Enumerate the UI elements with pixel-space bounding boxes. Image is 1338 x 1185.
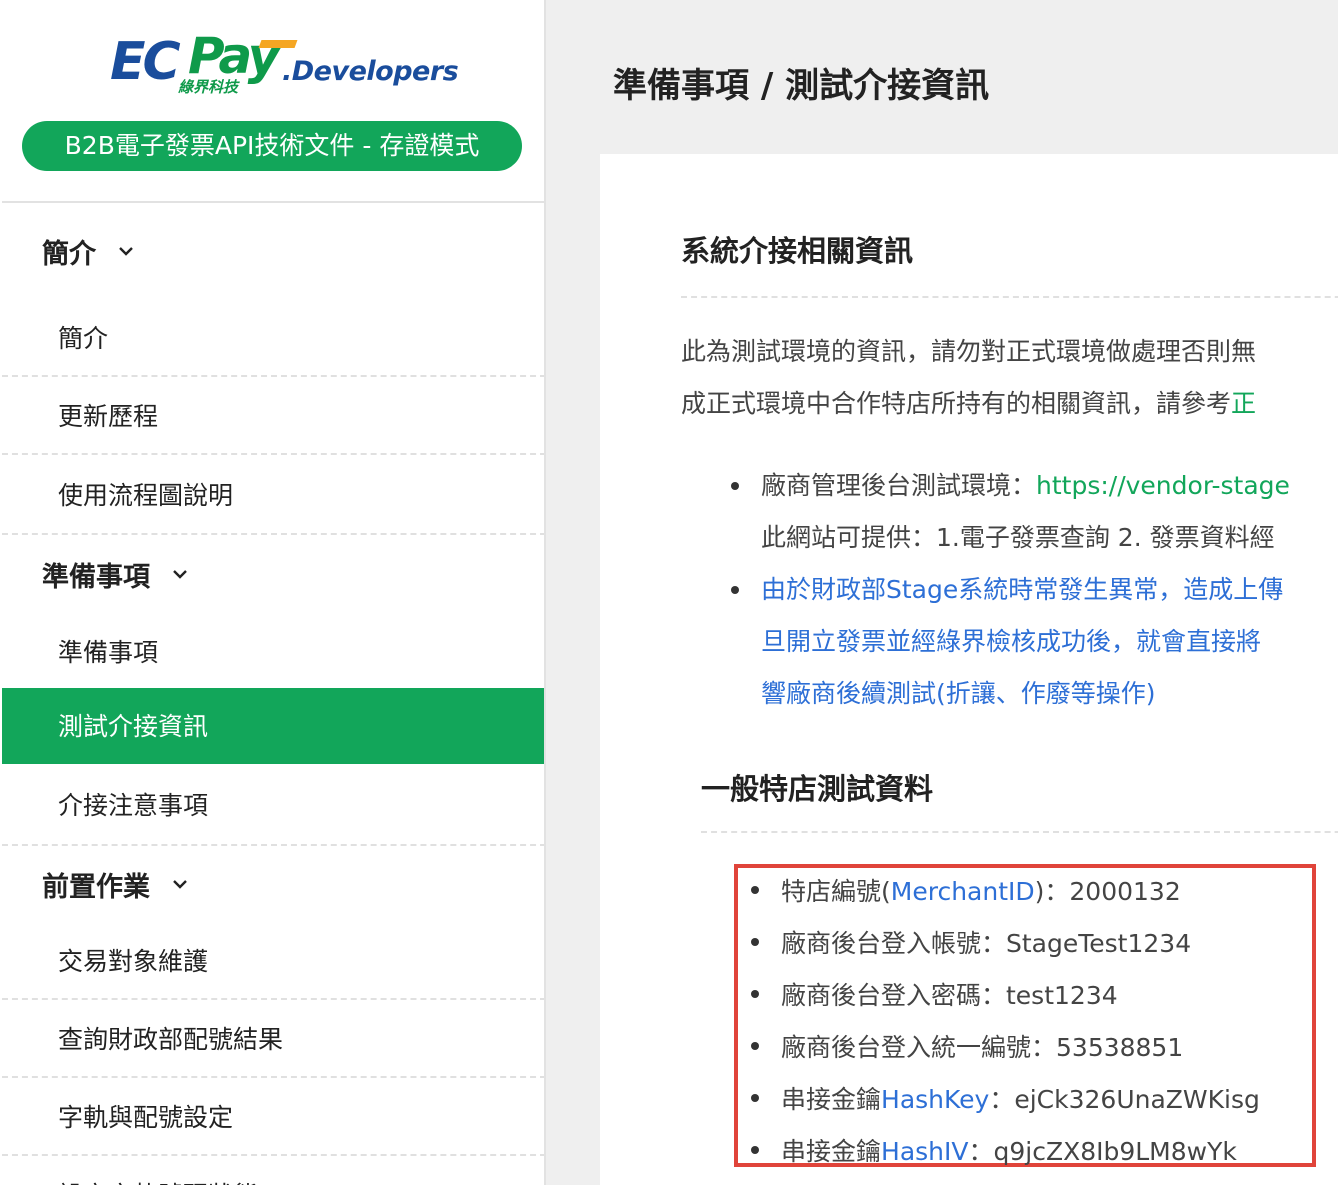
doc-title-badge: B2B電子發票API技術文件 - 存證模式 <box>22 121 522 171</box>
bullet-dot <box>751 1042 759 1050</box>
credential-login-password: 廠商後台登入密碼：test1234 <box>781 981 1118 1010</box>
sidebar-item-flowchart[interactable]: 使用流程圖說明 <box>2 455 544 533</box>
credential-tax-id: 廠商後台登入統一編號：53538851 <box>781 1033 1184 1062</box>
credential-hashiv: 串接金鑰HashIV：q9jcZX8Ib9LM8wYk <box>781 1132 1237 1168</box>
hashiv-link[interactable]: HashIV <box>881 1137 968 1166</box>
logo-ec-text: EC <box>110 32 181 92</box>
credential-label: 串接金鑰 <box>781 1137 882 1166</box>
nav-group-label: 準備事項 <box>42 561 150 593</box>
sidebar-item-track-setup[interactable]: 字軌與配號設定 <box>2 1078 544 1156</box>
credential-value: ：ejCk326UnaZWKisg <box>989 1085 1260 1114</box>
sidebar-item-query-allocation[interactable]: 查詢財政部配號結果 <box>2 1000 544 1078</box>
divider <box>681 296 1338 298</box>
nav-group-label: 前置作業 <box>42 871 150 903</box>
credential-label: 特店編號( <box>781 877 891 906</box>
bullet-dot <box>751 990 759 998</box>
intro-text: 成正式環境中合作特店所持有的相關資訊，請參考 <box>681 389 1232 418</box>
nav-group-intro[interactable]: 簡介 <box>2 203 544 299</box>
intro-line-2: 成正式環境中合作特店所持有的相關資訊，請參考正 <box>681 378 1256 430</box>
credential-label: 串接金鑰 <box>781 1085 882 1114</box>
credential-hashkey: 串接金鑰HashKey：ejCk326UnaZWKisg <box>781 1080 1260 1116</box>
chevron-down-icon <box>173 570 187 579</box>
bullet-dot <box>751 1094 759 1102</box>
credential-value: ：q9jcZX8Ib9LM8wYk <box>968 1137 1237 1166</box>
credential-value: )：2000132 <box>1034 877 1181 906</box>
sidebar-nav: 簡介 簡介 更新歷程 使用流程圖說明 準備事項 準備事項 測試介接資訊 介接注意… <box>2 201 544 1185</box>
logo-developers-text: .Developers <box>282 56 459 87</box>
chevron-down-icon <box>119 247 133 256</box>
sidebar-item-changelog[interactable]: 更新歷程 <box>2 377 544 455</box>
bullet-dot <box>751 938 759 946</box>
vendor-stage-label: 廠商管理後台測試環境： <box>761 471 1037 500</box>
vendor-stage-bullet: 廠商管理後台測試環境：https://vendor-stage <box>761 460 1290 512</box>
bullet-dot <box>731 586 739 594</box>
sidebar-item-intro[interactable]: 簡介 <box>2 299 544 377</box>
ecpay-developers-logo[interactable]: EC Pay 綠界科技 .Developers <box>110 28 459 98</box>
sidebar-item-preparation[interactable]: 準備事項 <box>2 613 544 688</box>
sidebar-item-trading-partner[interactable]: 交易對象維護 <box>2 922 544 1000</box>
logo-accent-slash <box>258 40 298 48</box>
stage-warning-line-1: 由於財政部Stage系統時常發生異常，造成上傳 <box>761 575 1284 604</box>
divider <box>701 831 1338 833</box>
stage-warning-line-2: 旦開立發票並經綠界檢核成功後，就會直接將 <box>761 627 1262 656</box>
page-title: 準備事項 / 測試介接資訊 <box>613 66 990 106</box>
main-content: 系統介接相關資訊 此為測試環境的資訊，請勿對正式環境做處理否則無 成正式環境中合… <box>600 154 1338 1185</box>
nav-group-label: 簡介 <box>42 238 96 270</box>
merchant-id-link[interactable]: MerchantID <box>891 877 1035 906</box>
bullet-dot <box>731 482 739 490</box>
subsection-title: 一般特店測試資料 <box>701 772 934 806</box>
chevron-down-icon <box>173 880 187 889</box>
intro-line-1: 此為測試環境的資訊，請勿對正式環境做處理否則無 <box>681 337 1257 366</box>
credentials-highlight-box <box>734 864 1316 1167</box>
stage-warning-line-3: 響廠商後續測試(折讓、作廢等操作) <box>761 679 1156 708</box>
bullet-dot <box>751 886 759 894</box>
section-title: 系統介接相關資訊 <box>681 234 914 268</box>
credential-login-account: 廠商後台登入帳號：StageTest1234 <box>781 929 1192 958</box>
vendor-stage-link[interactable]: https://vendor-stage <box>1036 471 1290 500</box>
hashkey-link[interactable]: HashKey <box>881 1085 989 1114</box>
logo-chinese-text: 綠界科技 <box>178 78 239 96</box>
official-env-link[interactable]: 正 <box>1231 389 1256 418</box>
bullet-dot <box>751 1146 759 1154</box>
nav-group-preparation[interactable]: 準備事項 <box>2 533 544 613</box>
sidebar: EC Pay 綠界科技 .Developers B2B電子發票API技術文件 -… <box>0 0 546 1185</box>
vendor-stage-description: 此網站可提供：1.電子發票查詢 2. 發票資料經 <box>761 523 1275 552</box>
credential-merchant-id: 特店編號(MerchantID)：2000132 <box>781 872 1181 908</box>
sidebar-item-track-status[interactable]: 設定字軌號碼狀態 <box>2 1156 544 1185</box>
nav-group-pre-operations[interactable]: 前置作業 <box>2 844 544 922</box>
sidebar-item-integration-notes[interactable]: 介接注意事項 <box>2 764 544 844</box>
sidebar-item-test-integration[interactable]: 測試介接資訊 <box>2 688 544 764</box>
